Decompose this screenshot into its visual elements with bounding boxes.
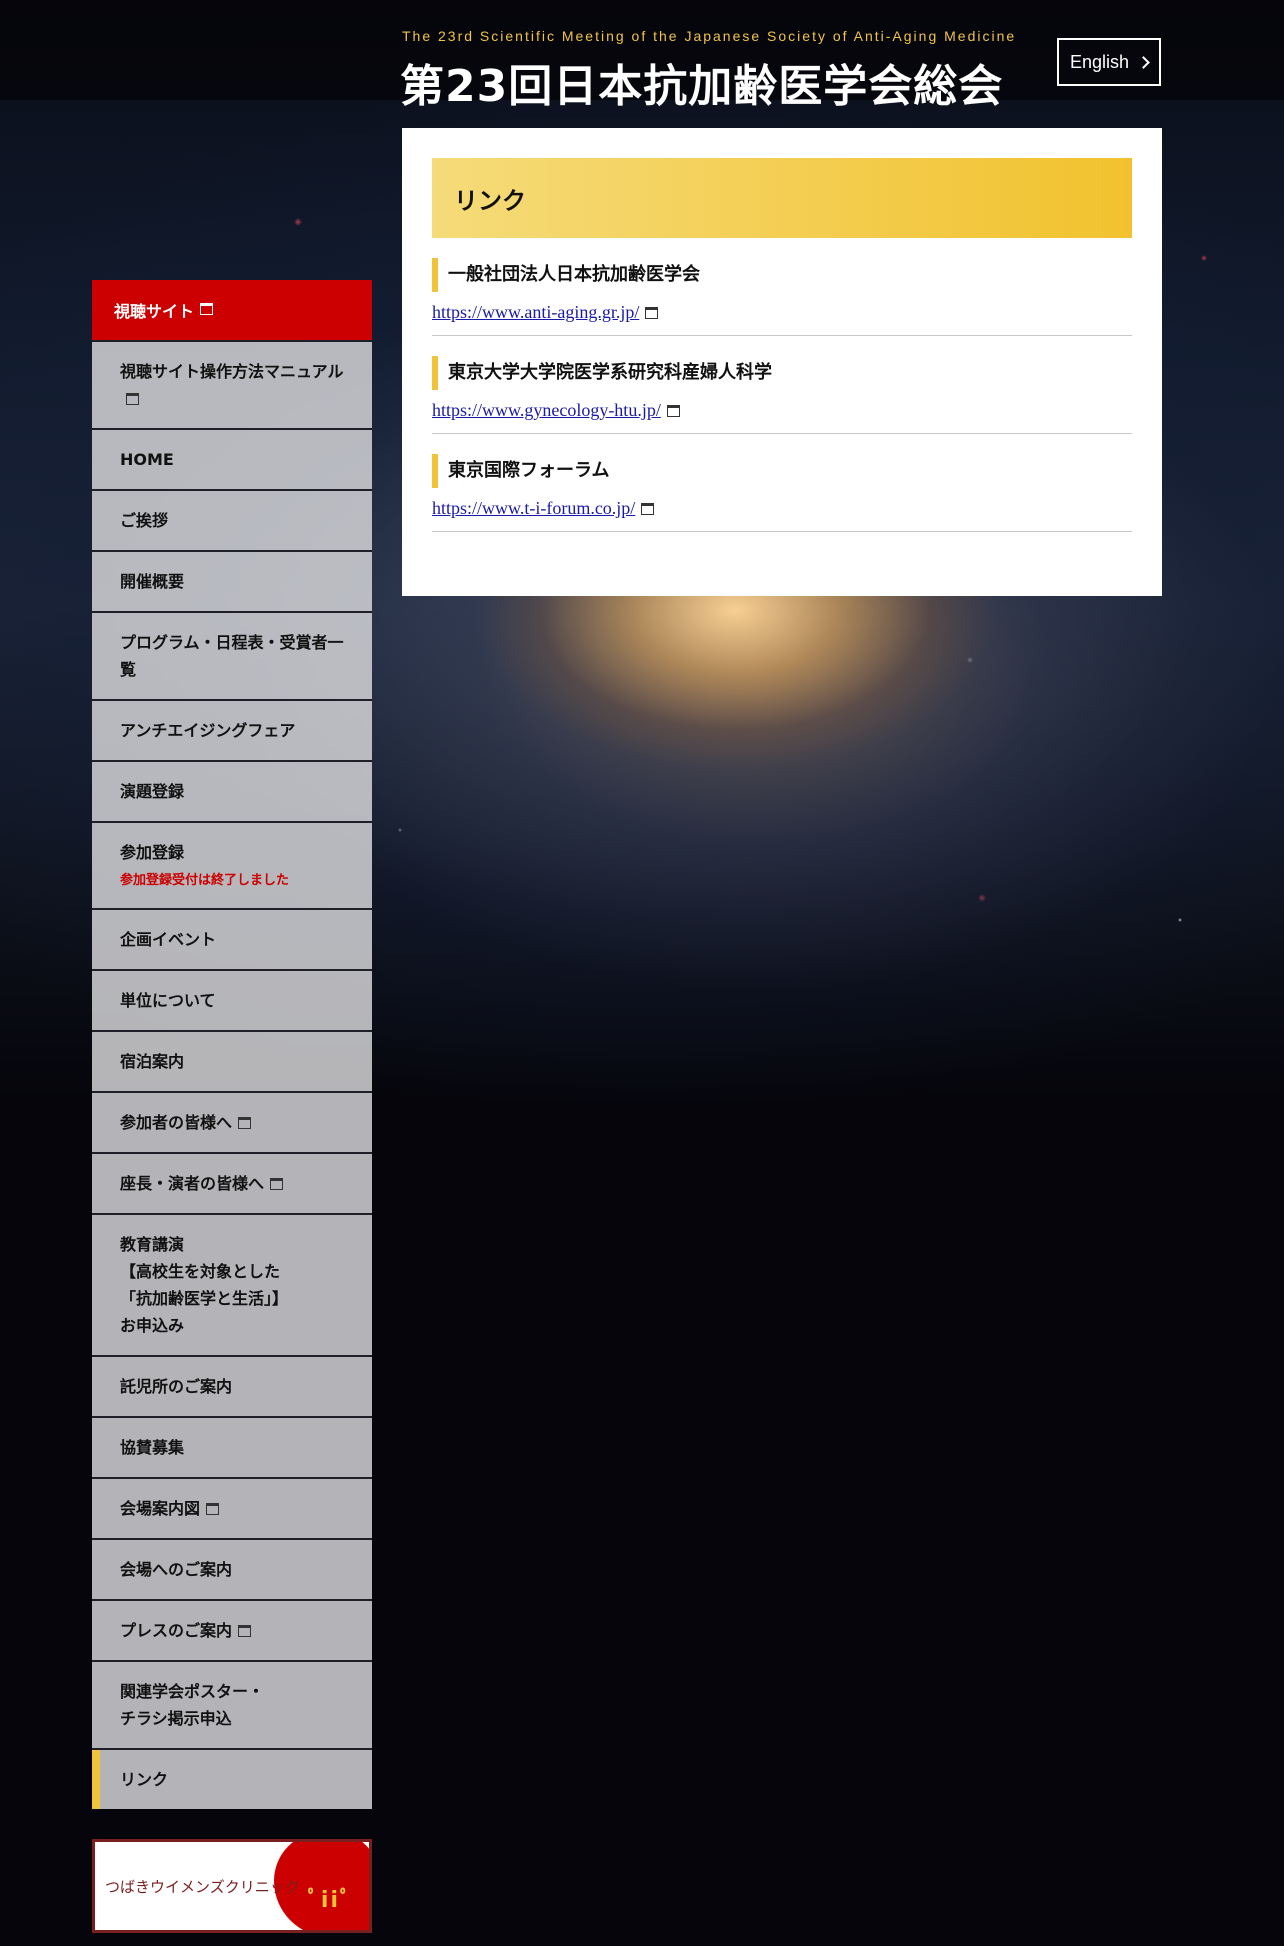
link-title: 東京国際フォーラム	[432, 454, 1132, 488]
link-url[interactable]: https://www.anti-aging.gr.jp/	[432, 302, 639, 323]
external-link-icon	[238, 1624, 252, 1637]
link-url[interactable]: https://www.t-i-forum.co.jp/	[432, 498, 635, 519]
sidebar-item[interactable]: プレスのご案内	[92, 1599, 372, 1660]
clinic-logo-icon: ﾟiiﾟ	[307, 1888, 353, 1913]
link-item: 東京大学大学院医学系研究科産婦人科学 https://www.gynecology…	[432, 336, 1132, 434]
sidebar-item[interactable]: ご挨拶	[92, 489, 372, 550]
sidebar-item[interactable]: 演題登録	[92, 760, 372, 821]
link-list: 一般社団法人日本抗加齢医学会 https://www.anti-aging.gr.…	[432, 238, 1132, 532]
external-link-icon	[666, 404, 680, 417]
header-subtitle: The 23rd Scientific Meeting of the Japan…	[402, 28, 1017, 44]
sidebar-item-viewing-site[interactable]: 視聴サイト	[92, 280, 372, 340]
link-item: 東京国際フォーラム https://www.t-i-forum.co.jp/	[432, 434, 1132, 532]
sidebar-item[interactable]: 会場案内図	[92, 1477, 372, 1538]
sidebar-item[interactable]: アンチエイジングフェア	[92, 699, 372, 760]
link-url[interactable]: https://www.gynecology-htu.jp/	[432, 400, 661, 421]
sidebar-item-label: 協賛募集	[120, 1438, 185, 1457]
site-title[interactable]: 第23回日本抗加齢医学会総会	[400, 50, 1003, 114]
sidebar-item[interactable]: 参加登録参加登録受付は終了しました	[92, 821, 372, 908]
sidebar-item[interactable]: プログラム・日程表・受賞者一覧	[92, 611, 372, 699]
sidebar-item[interactable]: 協賛募集	[92, 1416, 372, 1477]
sidebar-nav: 視聴サイト 視聴サイト操作方法マニュアル HOME ご挨拶開催概要プログラム・日程表…	[92, 280, 372, 1933]
sidebar-item[interactable]: 参加者の皆様へ	[92, 1091, 372, 1152]
sidebar-item[interactable]: 開催概要	[92, 550, 372, 611]
chevron-right-icon	[1137, 55, 1150, 69]
sidebar-item-label: 企画イベント	[120, 930, 217, 949]
sidebar-item[interactable]: 企画イベント	[92, 908, 372, 969]
sidebar-item-label: 参加登録	[120, 843, 185, 862]
banner-text: つばきウイメンズクリニック	[105, 1878, 300, 1896]
sidebar-item-label: 宿泊案内	[120, 1052, 185, 1071]
sidebar-item-label: HOME	[120, 450, 174, 469]
sidebar-item-label: プログラム・日程表・受賞者一覧	[120, 633, 344, 679]
external-link-icon	[641, 502, 655, 515]
registration-closed-note: 参加登録受付は終了しました	[120, 873, 290, 888]
sidebar-item-label: 託児所のご案内	[120, 1377, 233, 1396]
external-link-icon	[206, 1502, 220, 1515]
english-button[interactable]: English	[1057, 38, 1161, 86]
sidebar-item-label: ご挨拶	[120, 511, 169, 530]
external-link-icon	[126, 392, 139, 405]
sidebar-item[interactable]: 会場へのご案内	[92, 1538, 372, 1599]
sponsor-banner[interactable]: つばきウイメンズクリニック ﾟiiﾟ	[92, 1839, 372, 1933]
sidebar-list: 視聴サイト操作方法マニュアル HOME ご挨拶開催概要プログラム・日程表・受賞者一覧…	[92, 340, 372, 1809]
english-button-label: English	[1069, 51, 1130, 72]
sidebar-item-label: 演題登録	[120, 782, 185, 801]
sidebar-item-label: 参加者の皆様へ	[120, 1113, 233, 1132]
sidebar-item[interactable]: HOME	[92, 428, 372, 489]
sidebar-item[interactable]: 視聴サイト操作方法マニュアル	[92, 340, 372, 428]
sidebar-item-label: 会場案内図	[120, 1499, 201, 1518]
link-title: 東京大学大学院医学系研究科産婦人科学	[432, 356, 1132, 390]
main-content: リンク 一般社団法人日本抗加齢医学会 https://www.anti-aging…	[402, 128, 1162, 596]
sidebar-item[interactable]: 宿泊案内	[92, 1030, 372, 1091]
sidebar-item-label: プレスのご案内	[120, 1621, 233, 1640]
external-link-icon	[270, 1177, 284, 1190]
sidebar-item-label: 会場へのご案内	[120, 1560, 233, 1579]
link-title: 一般社団法人日本抗加齢医学会	[432, 258, 1132, 292]
sidebar-item[interactable]: 託児所のご案内	[92, 1355, 372, 1416]
sidebar-item[interactable]: 関連学会ポスター・ チラシ掲示申込	[92, 1660, 372, 1748]
link-item: 一般社団法人日本抗加齢医学会 https://www.anti-aging.gr.…	[432, 238, 1132, 336]
page-title: リンク	[432, 158, 1132, 238]
sidebar-item-label: 座長・演者の皆様へ	[120, 1174, 265, 1193]
sidebar-item[interactable]: リンク	[92, 1748, 372, 1809]
external-link-icon	[200, 303, 214, 315]
sidebar-item-label: 開催概要	[120, 572, 185, 591]
sidebar-item[interactable]: 単位について	[92, 969, 372, 1030]
sidebar-item[interactable]: 教育講演 【高校生を対象とした 「抗加齢医学と生活」】 お申込み	[92, 1213, 372, 1355]
sidebar-item-label: リンク	[120, 1770, 169, 1789]
sidebar-item-label: 視聴サイト	[114, 302, 195, 321]
sidebar-item-label: 教育講演 【高校生を対象とした 「抗加齢医学と生活」】 お申込み	[120, 1235, 289, 1335]
sidebar-item-label: 関連学会ポスター・ チラシ掲示申込	[120, 1682, 265, 1728]
external-link-icon	[238, 1116, 252, 1129]
external-link-icon	[645, 306, 659, 319]
sidebar-item[interactable]: 座長・演者の皆様へ	[92, 1152, 372, 1213]
sidebar-item-label: 単位について	[120, 991, 216, 1010]
sidebar-item-label: 視聴サイト操作方法マニュアル	[120, 362, 344, 381]
sidebar-item-label: アンチエイジングフェア	[120, 721, 296, 740]
